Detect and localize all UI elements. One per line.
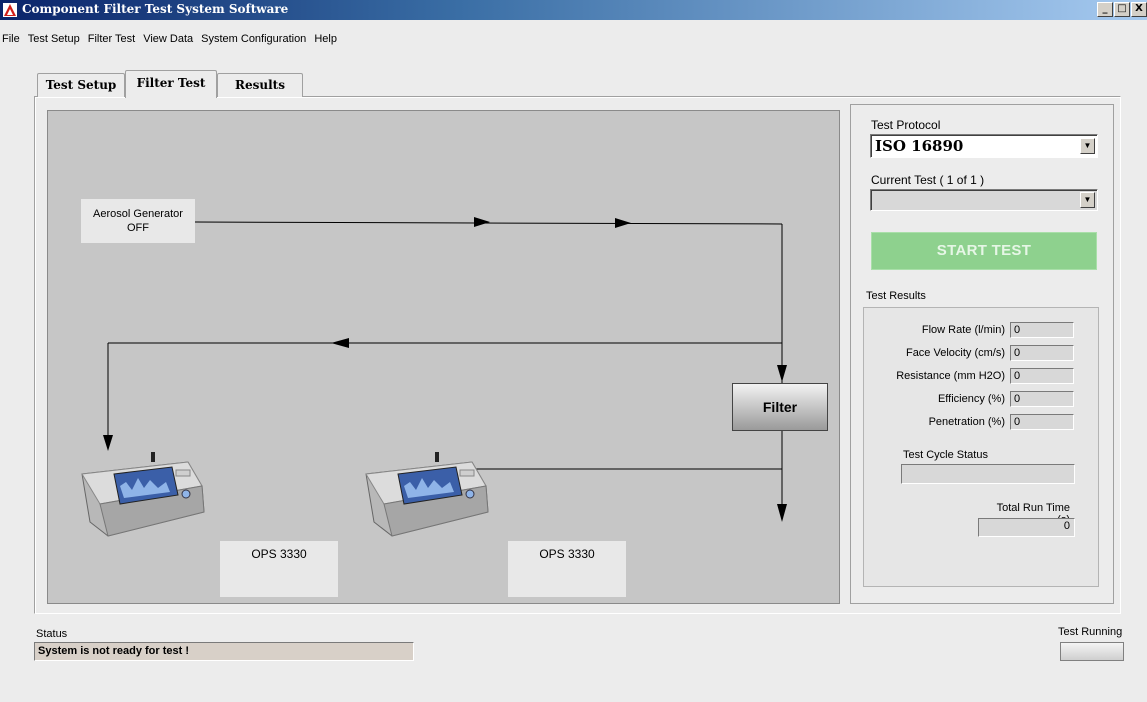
flow-arrow-down bbox=[777, 365, 787, 382]
flow-arrow-down bbox=[777, 504, 787, 522]
filter-box: Filter bbox=[732, 383, 828, 431]
aerosol-generator-box: Aerosol Generator OFF bbox=[81, 199, 195, 243]
tab-filter-test[interactable]: Filter Test bbox=[125, 70, 217, 98]
aerosol-generator-name: Aerosol Generator bbox=[93, 208, 183, 220]
flow-arrow-right bbox=[615, 218, 631, 228]
flow-arrow-down bbox=[103, 435, 113, 451]
flow-arrow-right bbox=[474, 217, 490, 227]
ops-device-label: OPS 3330 bbox=[508, 541, 626, 597]
flow-arrow-left bbox=[331, 338, 349, 348]
ops-device-label: OPS 3330 bbox=[220, 541, 338, 597]
ops-device-icon bbox=[365, 452, 489, 537]
aerosol-generator-state: OFF bbox=[127, 222, 149, 234]
ops-device-icon bbox=[81, 452, 205, 537]
